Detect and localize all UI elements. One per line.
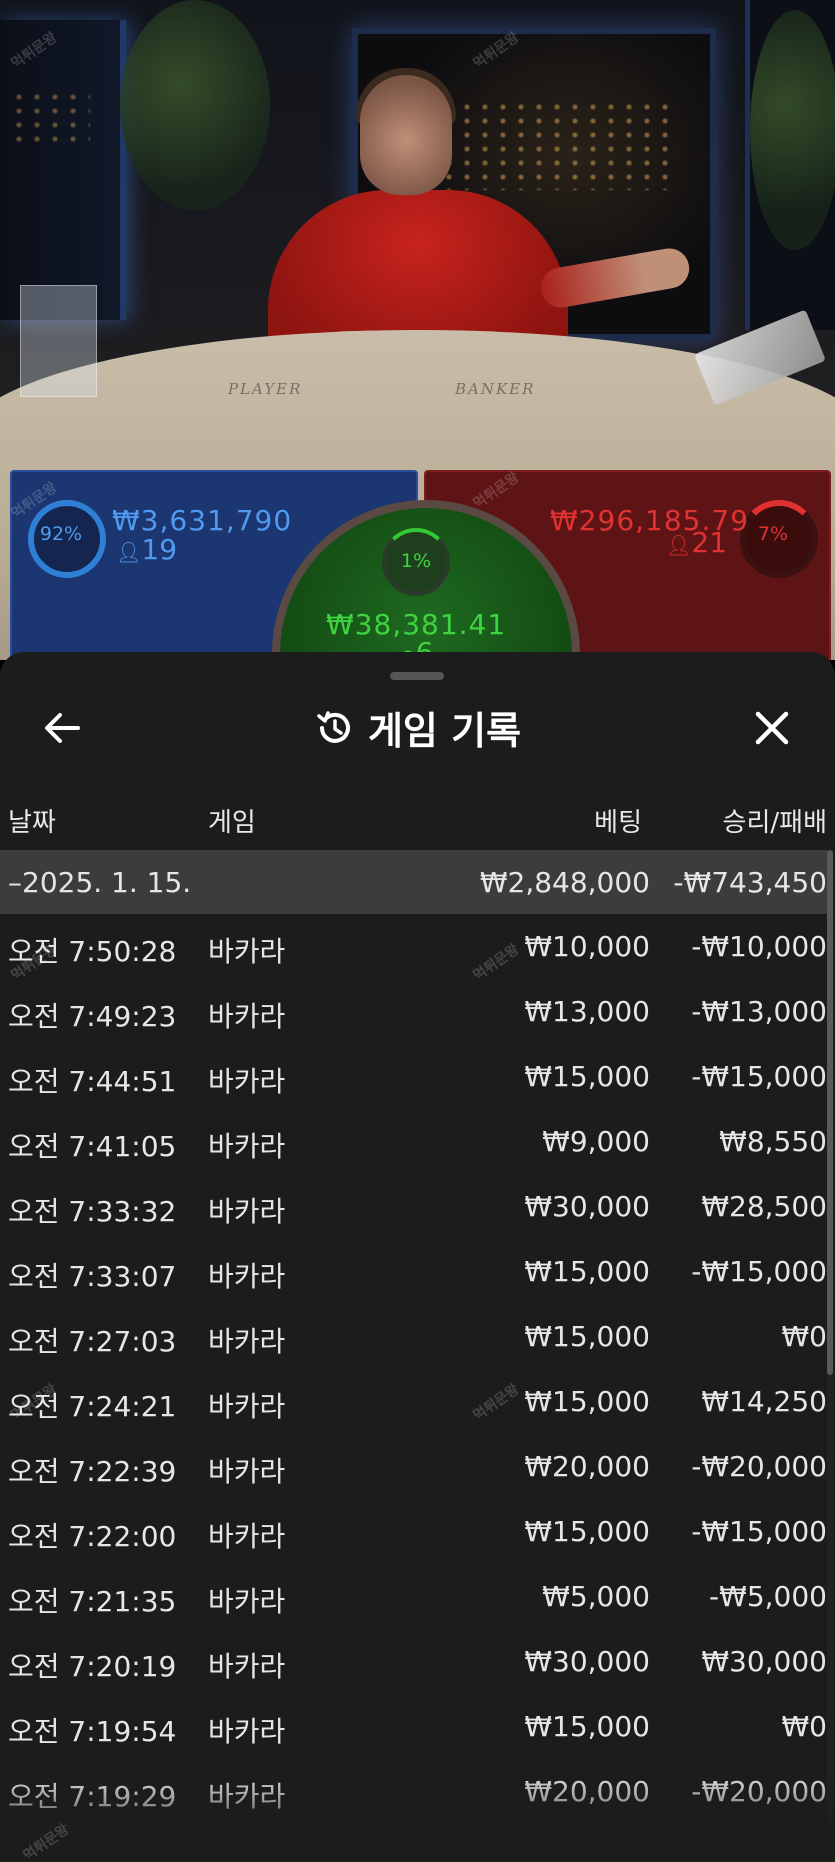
- row-bet: ₩15,000: [524, 1320, 650, 1353]
- row-game: 바카라: [208, 1000, 286, 1033]
- row-result: ₩0: [781, 1320, 828, 1353]
- row-bet: ₩13,000: [524, 995, 650, 1028]
- dealer-head: [360, 75, 452, 195]
- history-row[interactable]: 오전 7:41:05 바카라 ₩9,000 ₩8,550: [0, 1109, 827, 1173]
- row-game: 바카라: [208, 1585, 286, 1618]
- city-lights-left: [10, 90, 90, 150]
- row-game: 바카라: [208, 1195, 286, 1228]
- row-result: ₩14,250: [701, 1385, 827, 1418]
- row-game: 바카라: [208, 935, 286, 968]
- row-result: -₩10,000: [691, 930, 827, 963]
- row-result: ₩28,500: [701, 1190, 827, 1223]
- row-game: 바카라: [208, 1455, 286, 1488]
- row-time: 오전 7:22:00: [8, 1520, 177, 1553]
- scrollbar-thumb[interactable]: [827, 850, 833, 1375]
- row-result: -₩15,000: [691, 1515, 827, 1548]
- date-summary-row[interactable]: –2025. 1. 15. ₩2,848,000 -₩743,450: [0, 850, 827, 914]
- history-row[interactable]: 오전 7:44:51 바카라 ₩15,000 -₩15,000: [0, 1044, 827, 1108]
- history-row[interactable]: 오전 7:49:23 바카라 ₩13,000 -₩13,000: [0, 979, 827, 1043]
- summary-bet: ₩2,848,000: [479, 866, 650, 899]
- row-bet: ₩15,000: [524, 1255, 650, 1288]
- history-icon: [317, 710, 350, 743]
- row-game: 바카라: [208, 1065, 286, 1098]
- row-time: 오전 7:33:07: [8, 1260, 177, 1293]
- row-result: ₩0: [781, 1710, 828, 1743]
- summary-date: –2025. 1. 15.: [8, 866, 192, 899]
- history-row[interactable]: 오전 7:22:39 바카라 ₩20,000 -₩20,000: [0, 1434, 827, 1498]
- row-result: -₩20,000: [691, 1450, 827, 1483]
- user-icon: 👤︎: [666, 533, 692, 557]
- history-row[interactable]: 오전 7:33:07 바카라 ₩15,000 -₩15,000: [0, 1239, 827, 1303]
- row-game: 바카라: [208, 1390, 286, 1423]
- row-game: 바카라: [208, 1325, 286, 1358]
- row-bet: ₩15,000: [524, 1710, 650, 1743]
- history-row[interactable]: 오전 7:50:28 바카라 ₩10,000 -₩10,000: [0, 914, 827, 978]
- row-bet: ₩5,000: [542, 1580, 650, 1613]
- row-bet: ₩20,000: [524, 1450, 650, 1483]
- row-time: 오전 7:27:03: [8, 1325, 177, 1358]
- player-count: 👤︎19: [116, 533, 177, 566]
- column-header-game[interactable]: 게임: [208, 802, 256, 839]
- row-time: 오전 7:21:35: [8, 1585, 177, 1618]
- row-time: 오전 7:20:19: [8, 1650, 177, 1683]
- row-game: 바카라: [208, 1130, 286, 1163]
- row-result: ₩8,550: [719, 1125, 827, 1158]
- sheet-title: 게임 기록: [367, 709, 522, 753]
- table-label-player: PLAYER: [228, 380, 303, 398]
- row-game: 바카라: [208, 1715, 286, 1748]
- game-history-sheet: 게임 기록 날짜 게임 베팅 승리/패배 –2025. 1. 15. ₩2,84…: [0, 652, 835, 1862]
- row-bet: ₩15,000: [524, 1515, 650, 1548]
- history-row[interactable]: 오전 7:19:54 바카라 ₩15,000 ₩0: [0, 1694, 827, 1758]
- row-time: 오전 7:19:54: [8, 1715, 177, 1748]
- row-bet: ₩30,000: [524, 1190, 650, 1223]
- row-bet: ₩30,000: [524, 1645, 650, 1678]
- row-time: 오전 7:33:32: [8, 1195, 177, 1228]
- column-header-bet[interactable]: 베팅: [594, 802, 642, 839]
- player-percent: 92%: [39, 523, 83, 545]
- row-bet: ₩9,000: [542, 1125, 650, 1158]
- close-button[interactable]: [752, 708, 792, 748]
- history-row[interactable]: 오전 7:20:19 바카라 ₩30,000 ₩30,000: [0, 1629, 827, 1693]
- drag-handle[interactable]: [390, 672, 444, 680]
- history-row[interactable]: 오전 7:33:32 바카라 ₩30,000 ₩28,500: [0, 1174, 827, 1238]
- banker-count: 👤︎21: [666, 526, 727, 559]
- row-bet: ₩15,000: [524, 1385, 650, 1418]
- table-label-banker: BANKER: [455, 380, 536, 398]
- history-row[interactable]: 오전 7:22:00 바카라 ₩15,000 -₩15,000: [0, 1499, 827, 1563]
- city-lights: [440, 100, 670, 190]
- player-count-value: 19: [141, 533, 178, 566]
- row-result: -₩13,000: [691, 995, 827, 1028]
- row-result: ₩30,000: [701, 1645, 827, 1678]
- row-result: -₩15,000: [691, 1255, 827, 1288]
- user-icon: 👤︎: [116, 540, 142, 564]
- row-game: 바카라: [208, 1650, 286, 1683]
- row-time: 오전 7:49:23: [8, 1000, 177, 1033]
- tie-percent: 1%: [400, 550, 432, 572]
- row-game: 바카라: [208, 1520, 286, 1553]
- row-time: 오전 7:41:05: [8, 1130, 177, 1163]
- row-bet: ₩15,000: [524, 1060, 650, 1093]
- row-time: 오전 7:22:39: [8, 1455, 177, 1488]
- plant-right: [750, 10, 835, 250]
- sheet-header: 게임 기록: [0, 700, 835, 756]
- history-row[interactable]: 오전 7:21:35 바카라 ₩5,000 -₩5,000: [0, 1564, 827, 1628]
- live-video: PLAYER BANKER 92% ₩3,631,790 👤︎19 7% ₩29…: [0, 0, 835, 660]
- list-fade: [0, 1772, 835, 1862]
- plant-left: [120, 0, 270, 210]
- row-result: -₩5,000: [709, 1580, 827, 1613]
- history-row[interactable]: 오전 7:24:21 바카라 ₩15,000 ₩14,250: [0, 1369, 827, 1433]
- row-game: 바카라: [208, 1260, 286, 1293]
- history-row[interactable]: 오전 7:27:03 바카라 ₩15,000 ₩0: [0, 1304, 827, 1368]
- column-header-result[interactable]: 승리/패배: [723, 802, 827, 839]
- banker-count-value: 21: [691, 526, 728, 559]
- summary-result: -₩743,450: [673, 866, 827, 899]
- close-icon: [755, 711, 789, 745]
- card-discard-box: [20, 285, 97, 397]
- row-bet: ₩10,000: [524, 930, 650, 963]
- row-time: 오전 7:44:51: [8, 1065, 177, 1098]
- row-result: -₩15,000: [691, 1060, 827, 1093]
- column-header-date[interactable]: 날짜: [8, 802, 56, 839]
